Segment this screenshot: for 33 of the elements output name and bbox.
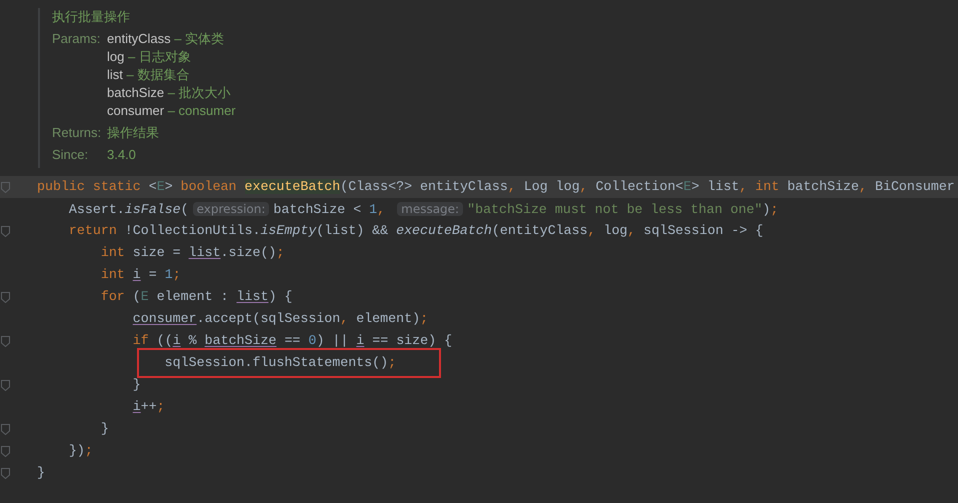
code-line: }); — [68, 442, 93, 460]
code-line: public static <E> boolean executeBatch(Class<?> entityClass, Log log, Collection<E> list, int batchSize, BiConsumer — [37, 178, 955, 196]
code-line: Assert.isFalse( expression: batchSize < 1, message: "batchSize must not be less than one"); — [68, 200, 778, 218]
fold-marker-icon[interactable] — [1, 446, 10, 456]
since-version: 3.4.0 — [107, 146, 136, 164]
fold-marker-icon[interactable] — [1, 380, 10, 390]
since-label: Since: — [52, 146, 90, 164]
returns-label: Returns: — [52, 124, 102, 142]
fold-marker-icon[interactable] — [1, 182, 10, 192]
code-line: if ((i % batchSize == 0) || i == size) { — [132, 332, 452, 350]
code-line: consumer.accept(sqlSession, element); — [132, 310, 428, 328]
code-line: } — [132, 376, 141, 394]
code-line: sqlSession.flushStatements(); — [164, 354, 396, 372]
code-line: } — [37, 464, 45, 482]
returns-text: 操作结果 — [107, 124, 159, 142]
fold-marker-icon[interactable] — [1, 424, 10, 434]
fold-marker-icon[interactable] — [1, 468, 10, 478]
code-line: int i = 1; — [100, 266, 181, 284]
param-entry: log – 日志对象 — [107, 48, 192, 66]
fold-marker-icon[interactable] — [1, 226, 10, 236]
code-line: i++; — [132, 398, 165, 416]
code-line: return !CollectionUtils.isEmpty(list) && executeBatch(entityClass, log, sqlSession -> { — [68, 222, 764, 240]
code-line: for (E element : list) { — [100, 288, 292, 306]
param-entry: consumer – consumer — [107, 102, 236, 120]
fold-marker-icon[interactable] — [1, 292, 10, 302]
code-line: int size = list.size(); — [100, 244, 284, 262]
param-entry: list – 数据集合 — [107, 66, 190, 84]
param-entry: entityClass – 实体类 — [107, 30, 226, 48]
doc-summary: 执行批量操作 — [52, 8, 131, 26]
fold-marker-icon[interactable] — [1, 336, 10, 346]
code-line: } — [100, 420, 109, 438]
param-entry: batchSize – 批次大小 — [107, 84, 232, 102]
params-label: Params: — [52, 30, 102, 48]
